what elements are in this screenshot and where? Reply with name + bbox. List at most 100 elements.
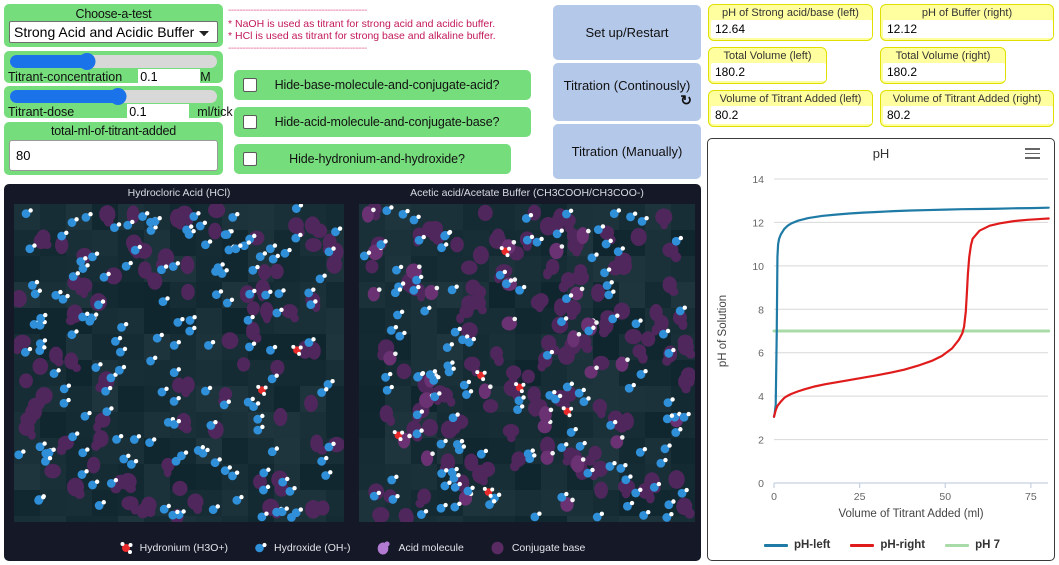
total-ml-input[interactable] <box>9 140 218 171</box>
titrant-dose-value[interactable] <box>127 104 189 119</box>
total-ml-panel: total-ml-of-titrant-added <box>4 122 223 175</box>
titrant-concentration-value[interactable] <box>138 69 200 84</box>
chart-title: pH <box>708 146 1054 161</box>
monitor-ph-right-title: pH of Buffer (right) <box>881 5 1053 20</box>
monitor-titrant-left-value <box>711 106 872 124</box>
hide-hydronium-hydroxide-checkbox[interactable] <box>243 152 257 166</box>
svg-text:8: 8 <box>758 304 764 316</box>
monitor-ph-left-value <box>711 20 872 38</box>
sim-legend-acid-label: Acid molecule <box>398 542 463 554</box>
monitor-titrant-right: Volume of Titrant Added (right) <box>880 90 1054 127</box>
titrant-concentration-unit: M <box>200 70 210 84</box>
monitor-titrant-right-value <box>883 106 1053 124</box>
chart-legend: pH-left pH-right pH 7 <box>708 539 1056 551</box>
slider-knob[interactable] <box>78 53 95 70</box>
monitor-volume-right-value <box>883 63 1005 81</box>
svg-text:6: 6 <box>758 348 764 360</box>
monitor-ph-left-title: pH of Strong acid/base (left) <box>709 5 872 20</box>
hide-acid-conjugate-base-checkbox[interactable] <box>243 115 257 129</box>
hydronium-molecule-icon <box>120 541 133 554</box>
sim-legend-hydronium-label: Hydronium (H3O+) <box>140 542 228 554</box>
svg-text:0: 0 <box>758 478 764 490</box>
svg-text:50: 50 <box>939 491 951 503</box>
monitor-volume-left: Total Volume (left) <box>708 47 827 84</box>
titrant-dose-slider[interactable] <box>10 90 217 103</box>
chart-legend-ph-right[interactable]: pH-right <box>850 539 925 551</box>
slider-fill <box>10 90 118 103</box>
chart-legend-ph-left-label: pH-left <box>794 539 830 551</box>
monitor-titrant-left: Volume of Titrant Added (left) <box>708 90 873 127</box>
slider-knob[interactable] <box>109 88 126 105</box>
hide-hydronium-hydroxide-row[interactable]: Hide-hydronium-and-hydroxide? <box>234 144 511 174</box>
hide-acid-conjugate-base-row[interactable]: Hide-acid-molecule-and-conjugate-base? <box>234 107 531 137</box>
sim-legend-acid: Acid molecule <box>376 540 463 555</box>
sim-right-cell[interactable] <box>359 204 695 522</box>
hide-base-conjugate-acid-row[interactable]: Hide-base-molecule-and-conjugate-acid? <box>234 70 531 100</box>
svg-text:pH of Solution: pH of Solution <box>717 295 729 367</box>
ph-chart-card: pH 0 2 4 6 8 10 12 14 0 25 50 75 Volume of Titrant A… <box>707 138 1055 561</box>
sim-legend-conjugate: Conjugate base <box>490 540 586 555</box>
titration-manual-button[interactable]: Titration (Manually) <box>553 124 701 179</box>
svg-text:Volume of Titrant Added (ml): Volume of Titrant Added (ml) <box>838 508 983 520</box>
note-rule-bottom: ----------------------------------------… <box>228 43 528 56</box>
setup-restart-button[interactable]: Set up/Restart <box>553 5 701 60</box>
svg-text:0: 0 <box>771 491 777 503</box>
sim-left-cell[interactable] <box>14 204 344 522</box>
chart-legend-ph-left[interactable]: pH-left <box>764 539 830 551</box>
monitor-volume-left-value <box>711 63 826 81</box>
ph-chart-plot: 0 2 4 6 8 10 12 14 0 25 50 75 Volume of Titrant Adde… <box>708 165 1056 525</box>
chart-legend-ph-right-label: pH-right <box>880 539 925 551</box>
titrant-concentration-label: Titrant-concentration <box>8 70 122 84</box>
monitor-ph-left: pH of Strong acid/base (left) <box>708 4 873 41</box>
titration-continuous-button[interactable]: Titration (Continously) ↻ <box>553 63 701 121</box>
acid-molecule-icon <box>376 540 391 555</box>
svg-text:2: 2 <box>758 435 764 447</box>
chart-legend-ph7-label: pH 7 <box>975 539 1000 551</box>
sim-left-canvas <box>14 204 344 522</box>
conjugate-base-icon <box>490 540 505 555</box>
sim-legend-hydroxide: Hydroxide (OH-) <box>254 541 350 554</box>
svg-text:12: 12 <box>752 217 764 229</box>
refresh-loop-icon: ↻ <box>680 95 692 106</box>
note-line-1: * NaOH is used as titrant for strong aci… <box>228 18 528 31</box>
titration-simulator-app: Choose-a-test Strong Acid and Acidic Buf… <box>0 0 1059 565</box>
choose-test-panel: Choose-a-test Strong Acid and Acidic Buf… <box>4 4 223 47</box>
sim-legend-conjugate-label: Conjugate base <box>512 542 586 554</box>
svg-text:10: 10 <box>752 261 764 273</box>
monitor-volume-right-title: Total Volume (right) <box>881 48 1005 63</box>
monitor-ph-right-value <box>883 20 1053 38</box>
titration-manual-label: Titration (Manually) <box>572 144 683 159</box>
hamburger-menu-icon[interactable] <box>1025 148 1040 162</box>
legend-swatch <box>850 544 874 547</box>
svg-text:4: 4 <box>758 391 764 403</box>
monitor-titrant-left-title: Volume of Titrant Added (left) <box>709 91 872 106</box>
hide-base-conjugate-acid-checkbox[interactable] <box>243 78 257 92</box>
setup-restart-label: Set up/Restart <box>585 25 668 40</box>
svg-text:14: 14 <box>752 174 764 186</box>
total-ml-title: total-ml-of-titrant-added <box>9 124 218 138</box>
monitor-volume-right: Total Volume (right) <box>880 47 1006 84</box>
svg-text:75: 75 <box>1025 491 1037 503</box>
monitor-volume-left-title: Total Volume (left) <box>709 48 826 63</box>
legend-swatch <box>764 544 788 547</box>
sim-legend-hydronium: Hydronium (H3O+) <box>120 541 228 554</box>
titrant-concentration-slider[interactable] <box>10 55 217 68</box>
sim-legend-hydroxide-label: Hydroxide (OH-) <box>274 542 350 554</box>
svg-text:25: 25 <box>854 491 866 503</box>
sim-left-title: Hydrocloric Acid (HCl) <box>14 187 344 199</box>
monitor-titrant-right-title: Volume of Titrant Added (right) <box>881 91 1053 106</box>
sim-right-title: Acetic acid/Acetate Buffer (CH3COOH/CH3C… <box>359 187 695 199</box>
choose-test-select[interactable]: Strong Acid and Acidic Buffer <box>9 21 218 43</box>
hide-acid-conjugate-base-label: Hide-acid-molecule-and-conjugate-base? <box>257 115 531 129</box>
titrant-dose-panel: Titrant-dose ml/tick <box>4 86 223 118</box>
sim-legend: Hydronium (H3O+) Hydroxide (OH-) Acid mo… <box>4 540 701 555</box>
slider-fill <box>10 55 87 68</box>
titrant-dose-unit: ml/tick <box>197 105 232 119</box>
titration-continuous-label: Titration (Continously) <box>564 78 691 93</box>
note-rule-top: ----------------------------------------… <box>228 5 528 18</box>
molecule-simulation-view[interactable]: Hydrocloric Acid (HCl) Acetic acid/Aceta… <box>4 184 701 561</box>
note-line-2: * HCl is used as titrant for strong base… <box>228 30 528 43</box>
hydroxide-molecule-icon <box>254 541 267 554</box>
chart-legend-ph7[interactable]: pH 7 <box>945 539 1000 551</box>
titrant-concentration-panel: Titrant-concentration M <box>4 51 223 83</box>
